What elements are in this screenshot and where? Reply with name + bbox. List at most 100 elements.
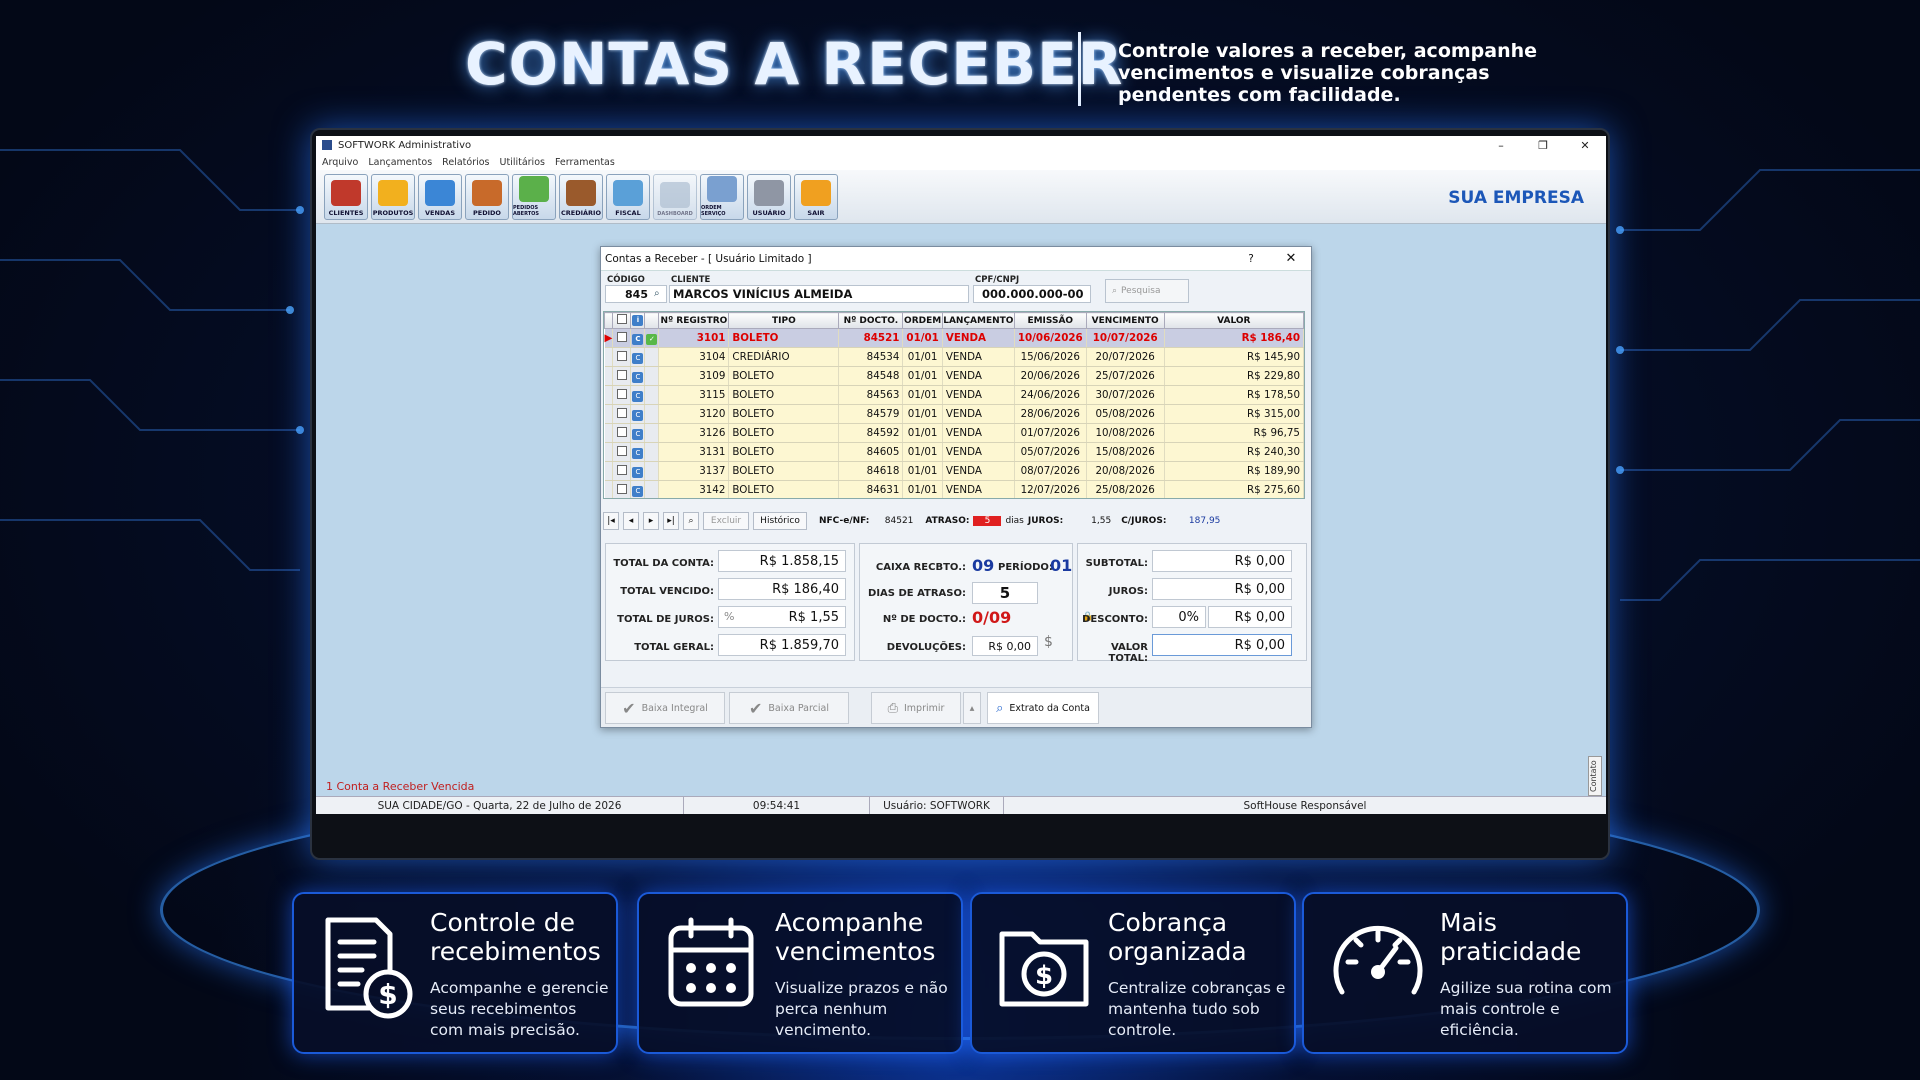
table-row[interactable]: C 3115 BOLETO 84563 01/01 VENDA 24/06/2026 30/0…	[604, 385, 1304, 405]
table-row[interactable]: C 3126 BOLETO 84592 01/01 VENDA 01/07/2026 10/0…	[604, 423, 1304, 443]
check-icon: ✔	[622, 698, 636, 718]
cell-valor: R$ 229,80	[1164, 366, 1304, 386]
cell-emissao: 05/07/2026	[1014, 442, 1087, 462]
col-valor[interactable]: VALOR	[1163, 312, 1304, 329]
row-status-cell: C	[630, 461, 646, 481]
select-all-checkbox[interactable]	[616, 314, 627, 324]
row-checkbox[interactable]	[616, 331, 627, 342]
col-vencimento[interactable]: VENCIMENTO	[1085, 312, 1165, 329]
col-emissao[interactable]: EMISSÃO	[1013, 312, 1087, 329]
imprimir-button[interactable]: ⎙ Imprimir	[871, 692, 961, 724]
juros-value: 1,55	[1091, 516, 1112, 526]
menu-utilitarios[interactable]: Utilitários	[500, 157, 545, 168]
close-window-button[interactable]: ✕	[1564, 139, 1606, 152]
toolbar-dashboard-button[interactable]: DASHBOARD	[653, 173, 697, 220]
contas-receber-dialog: Contas a Receber - [ Usuário Limitado ] …	[600, 246, 1312, 728]
money-icon[interactable]: $	[1044, 634, 1053, 650]
toolbar-fiscal-button[interactable]: FISCAL	[606, 173, 650, 220]
row-checkbox[interactable]	[616, 369, 627, 380]
next-record-button[interactable]: ▸	[643, 512, 659, 530]
devolucoes-value: R$ 0,00	[972, 636, 1038, 656]
table-row[interactable]: ▶ C ✓ 3101 BOLETO 84521 01/01 VENDA 10/06/2026 10…	[604, 328, 1304, 348]
table-row[interactable]: C 3120 BOLETO 84579 01/01 VENDA 28/06/2026 05/0…	[604, 404, 1304, 424]
menu-lancamentos[interactable]: Lançamentos	[368, 157, 432, 168]
table-row[interactable]: C 3142 BOLETO 84631 01/01 VENDA 12/07/2026 25/0…	[604, 480, 1304, 498]
restore-button[interactable]: ❐	[1522, 139, 1564, 152]
row-status-cell: C	[630, 442, 646, 462]
cell-vencimento: 20/07/2026	[1086, 347, 1165, 367]
table-row[interactable]: C 3131 BOLETO 84605 01/01 VENDA 05/07/2026 15/0…	[604, 442, 1304, 462]
row-checkbox[interactable]	[616, 426, 627, 437]
table-row[interactable]: C 3137 BOLETO 84618 01/01 VENDA 08/07/2026 20/0…	[604, 461, 1304, 481]
toolbar-vendas-button[interactable]: VENDAS	[418, 173, 462, 220]
last-record-button[interactable]: ▸|	[663, 512, 679, 530]
menu-relatorios[interactable]: Relatórios	[442, 157, 489, 168]
col-ordem[interactable]: ORDEM	[902, 312, 943, 329]
prev-record-button[interactable]: ◂	[623, 512, 639, 530]
extrato-button[interactable]: ⌕ Extrato da Conta	[987, 692, 1099, 724]
cell-emissao: 12/07/2026	[1014, 480, 1087, 498]
toolbar-ordem-servico-button[interactable]: ORDEM SERVIÇO	[700, 173, 744, 220]
historico-button[interactable]: Histórico	[753, 512, 807, 530]
baixa-parcial-button[interactable]: ✔ Baixa Parcial	[729, 692, 849, 724]
accounts-grid[interactable]: i Nº REGISTRO TIPO Nº DOCTO. ORDEM LANÇA…	[603, 311, 1305, 499]
table-row[interactable]: C 3104 CREDIÁRIO 84534 01/01 VENDA 15/06/2026 2…	[604, 347, 1304, 367]
menu-ferramentas[interactable]: Ferramentas	[555, 157, 615, 168]
percent-icon[interactable]: %	[724, 610, 734, 623]
baixa-integral-button[interactable]: ✔ Baixa Integral	[605, 692, 725, 724]
nfce-label: NFC-e/NF:	[819, 516, 870, 526]
toolbar-pedido-button[interactable]: PEDIDO	[465, 173, 509, 220]
col-tipo[interactable]: TIPO	[728, 312, 840, 329]
row-checkbox[interactable]	[616, 464, 627, 475]
table-row[interactable]: C 3109 BOLETO 84548 01/01 VENDA 20/06/2026 25/0…	[604, 366, 1304, 386]
find-record-button[interactable]: ⌕	[683, 512, 699, 530]
valor-total-value[interactable]: R$ 0,00	[1152, 634, 1292, 656]
col-docto[interactable]: Nº DOCTO.	[838, 312, 904, 329]
first-record-button[interactable]: |◂	[603, 512, 619, 530]
toolbar-crediario-button[interactable]: CREDIÁRIO	[559, 173, 603, 220]
toolbar-sair-button[interactable]: SAIR	[794, 173, 838, 220]
overdue-message: 1 Conta a Receber Vencida	[326, 780, 475, 793]
toolbar-usuario-button[interactable]: USUÁRIO	[747, 173, 791, 220]
total-geral-value: R$ 1.859,70	[718, 634, 846, 656]
cell-valor: R$ 96,75	[1164, 423, 1304, 443]
row-checkbox[interactable]	[616, 350, 627, 361]
status-icon: C	[632, 352, 644, 364]
pesquisa-button[interactable]: ⌕ Pesquisa	[1105, 279, 1189, 303]
row-checkbox[interactable]	[616, 407, 627, 418]
toolbar-produtos-button[interactable]: PRODUTOS	[371, 173, 415, 220]
card-title: Cobrança organizada	[1108, 908, 1247, 966]
desconto-percent[interactable]: 0%	[1152, 606, 1206, 628]
row-status-cell: C	[630, 404, 646, 424]
col-registro[interactable]: Nº REGISTRO	[658, 312, 730, 329]
excluir-button[interactable]: Excluir	[703, 512, 749, 530]
dialog-close-button[interactable]: ✕	[1271, 251, 1311, 266]
row-checkbox[interactable]	[616, 445, 627, 456]
cpf-field[interactable]: 000.000.000-00	[973, 285, 1091, 303]
help-button[interactable]: ?	[1231, 253, 1271, 265]
cell-valor: R$ 315,00	[1164, 404, 1304, 424]
cell-docto: 84618	[838, 461, 904, 481]
cell-vencimento: 25/08/2026	[1086, 480, 1165, 498]
statement-icon: ⌕	[996, 700, 1004, 716]
contato-tab[interactable]: Contato	[1588, 756, 1602, 796]
cell-ordem: 01/01	[902, 366, 943, 386]
status-icon: C	[632, 466, 644, 478]
desconto-value[interactable]: R$ 0,00	[1208, 606, 1292, 628]
imprimir-dropdown-button[interactable]: ▴	[963, 692, 981, 724]
toolbar-clientes-button[interactable]: CLIENTES	[324, 173, 368, 220]
toolbar-pedidos-abertos-button[interactable]: PEDIDOS ABERTOS	[512, 173, 556, 220]
minimize-button[interactable]: –	[1480, 139, 1522, 152]
row-checkbox[interactable]	[616, 388, 627, 399]
juros-pay-value[interactable]: R$ 0,00	[1152, 578, 1292, 600]
cliente-field[interactable]: MARCOS VINÍCIUS ALMEIDA	[669, 285, 969, 303]
col-lancamento[interactable]: LANÇAMENTO	[941, 312, 1015, 329]
feature-card-vencimentos: Acompanhe vencimentos Visualize prazos e…	[637, 892, 963, 1054]
row-flag-cell	[644, 347, 660, 367]
menu-arquivo[interactable]: Arquivo	[322, 157, 358, 168]
dias-atraso-label: DIAS DE ATRASO:	[868, 588, 966, 599]
search-icon[interactable]: ⌕	[654, 288, 660, 299]
card-title: Acompanhe vencimentos	[775, 908, 936, 966]
record-navigator: |◂ ◂ ▸ ▸| ⌕ Excluir Histórico NFC-e/NF: …	[603, 509, 1305, 533]
row-checkbox[interactable]	[616, 483, 627, 494]
